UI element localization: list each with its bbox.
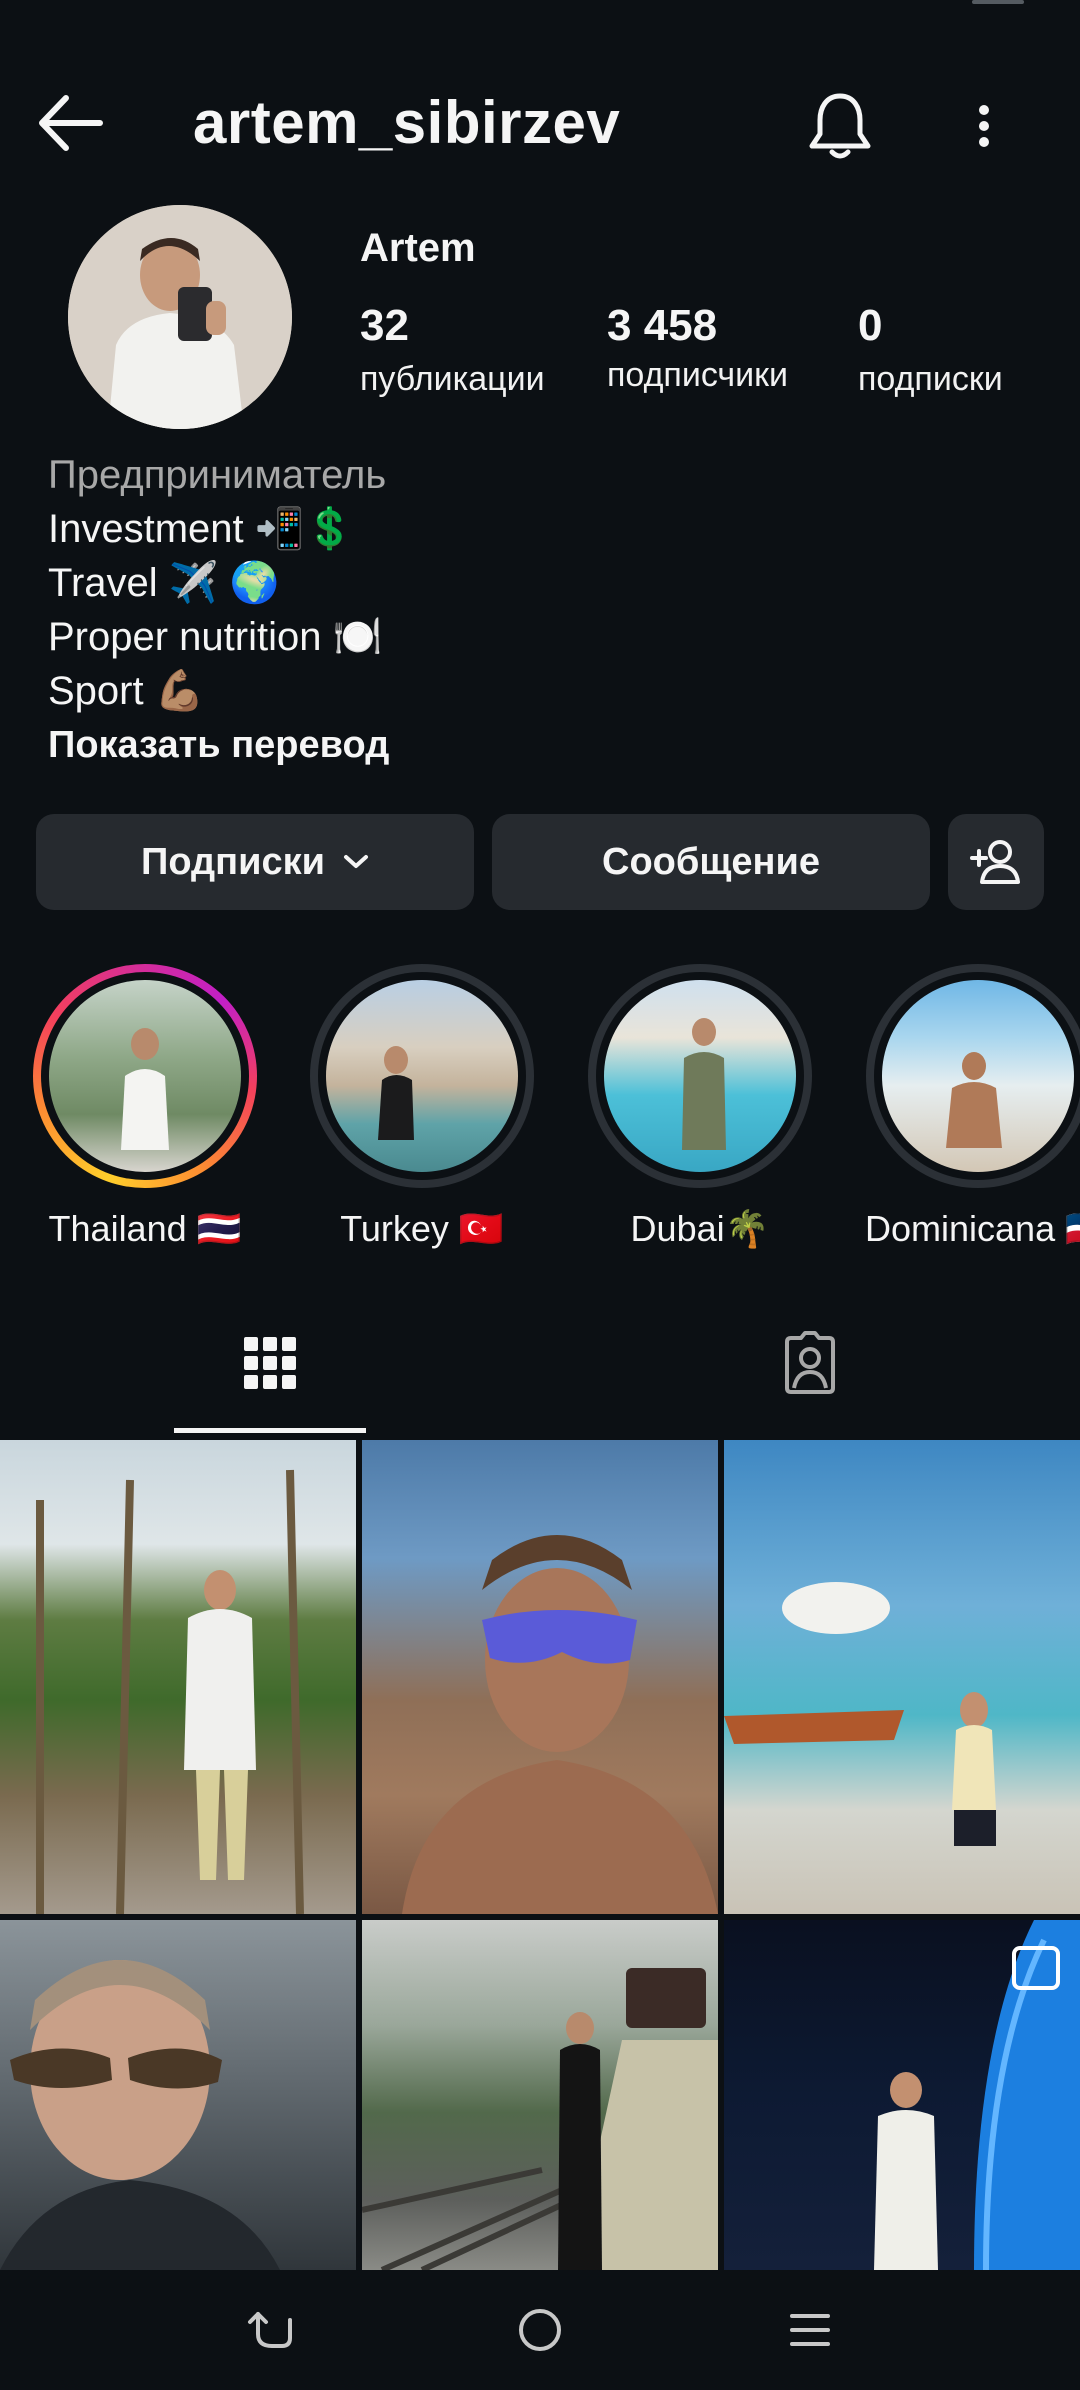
back-gesture-icon [248, 2312, 292, 2348]
grid-icon [244, 1337, 296, 1389]
stat-label: подписки [858, 360, 1003, 399]
highlight-turkey[interactable]: Turkey 🇹🇷 [309, 964, 535, 1250]
highlight-thailand[interactable]: Thailand 🇹🇭 [32, 964, 258, 1250]
bio-line: Sport 💪🏽 [48, 669, 205, 713]
highlight-label: Dominicana 🇩🇴 [865, 1208, 1080, 1249]
highlight-label: Thailand 🇹🇭 [48, 1208, 242, 1249]
system-recents-button[interactable] [780, 2300, 840, 2360]
stat-following[interactable]: 0 подписки [858, 301, 1003, 399]
system-navigation-bar [0, 2270, 1080, 2390]
bio-category: Предприниматель [48, 453, 387, 497]
system-back-button[interactable] [240, 2300, 300, 2360]
stat-label: подписчики [607, 356, 789, 395]
page-title: artem_sibirzev [193, 89, 621, 156]
profile-header: artem_sibirzev [0, 72, 1080, 172]
profile-bio: Предприниматель Investment 📲💲 Travel ✈️ … [48, 448, 389, 772]
back-button[interactable] [34, 90, 106, 156]
highlight-cover [604, 980, 796, 1172]
post-thumbnail[interactable] [724, 1920, 1080, 2270]
post-thumbnail[interactable] [724, 1440, 1080, 1914]
display-name: Artem [360, 226, 476, 270]
highlight-ring [588, 964, 812, 1188]
notifications-button[interactable] [800, 86, 880, 166]
more-options-button[interactable] [952, 86, 1016, 166]
stat-value: 3 458 [607, 301, 718, 350]
profile-avatar[interactable] [68, 205, 292, 429]
menu-lines-icon [790, 2314, 830, 2346]
highlight-dominicana[interactable]: Dominicana 🇩🇴 [865, 964, 1080, 1250]
stat-followers[interactable]: 3 458 подписчики [607, 301, 789, 395]
highlight-cover [49, 980, 241, 1172]
stat-value: 0 [858, 301, 883, 350]
highlight-dubai[interactable]: Dubai🌴 [587, 964, 813, 1250]
more-vertical-icon [979, 105, 989, 147]
highlight-cover [882, 980, 1074, 1172]
bio-line: Proper nutrition 🍽️ [48, 615, 383, 659]
message-button[interactable]: Сообщение [492, 814, 930, 910]
highlight-label: Turkey 🇹🇷 [340, 1208, 504, 1249]
stat-value: 32 [360, 301, 409, 350]
suggest-users-button[interactable] [948, 814, 1044, 910]
stat-posts[interactable]: 32 публикации [360, 301, 545, 399]
avatar-photo [68, 205, 292, 429]
following-button[interactable]: Подписки [36, 814, 474, 910]
message-button-label: Сообщение [602, 840, 820, 883]
bio-line: Travel ✈️ 🌍 [48, 561, 280, 605]
post-thumbnail[interactable] [362, 1440, 718, 1914]
active-tab-indicator [174, 1428, 366, 1433]
show-translation-link[interactable]: Показать перевод [48, 718, 389, 772]
chevron-down-icon [343, 855, 368, 868]
tagged-person-icon [785, 1331, 835, 1394]
bio-line: Investment 📲💲 [48, 507, 355, 551]
highlight-ring [866, 964, 1080, 1188]
status-indicator [972, 0, 1024, 4]
add-user-icon [970, 840, 1020, 884]
bell-icon [809, 93, 871, 159]
home-circle-icon [519, 2309, 561, 2351]
highlight-label: Dubai🌴 [630, 1208, 770, 1249]
tab-tagged[interactable] [714, 1290, 906, 1436]
tab-posts-grid[interactable] [174, 1290, 366, 1436]
post-thumbnail[interactable] [0, 1440, 356, 1914]
post-thumbnail[interactable] [362, 1920, 718, 2270]
system-home-button[interactable] [510, 2300, 570, 2360]
highlight-cover [326, 980, 518, 1172]
highlight-ring [310, 964, 534, 1188]
following-button-label: Подписки [141, 840, 325, 883]
arrow-left-icon [39, 95, 103, 151]
highlight-ring [33, 964, 257, 1188]
post-thumbnail[interactable] [0, 1920, 356, 2270]
content-tabs [0, 1290, 1080, 1436]
stat-label: публикации [360, 360, 545, 399]
